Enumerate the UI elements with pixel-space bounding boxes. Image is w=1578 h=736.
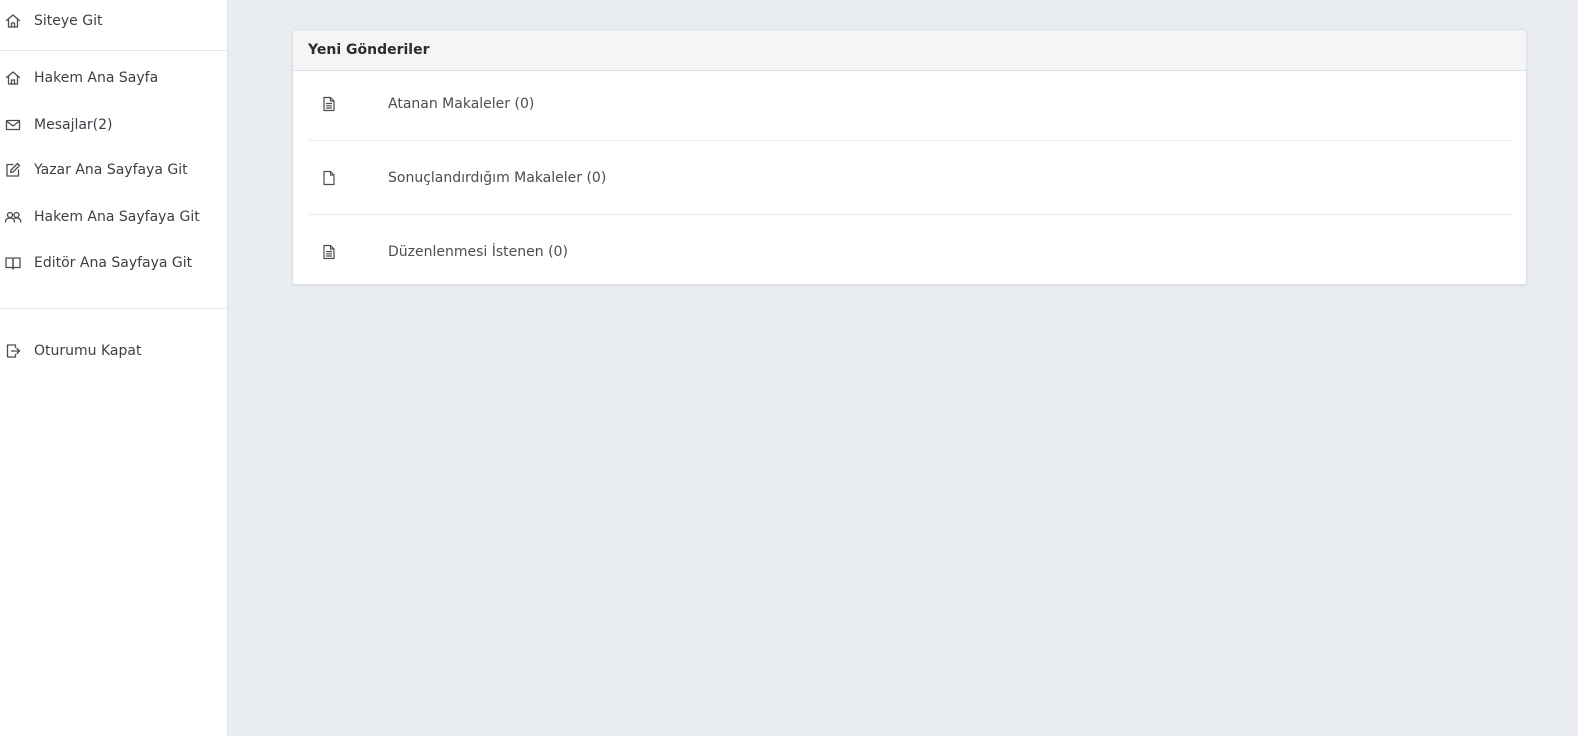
sidebar-item-label: Mesajlar(2): [34, 117, 113, 133]
sidebar-divider: [0, 308, 227, 309]
sidebar-item-mesajlar[interactable]: Mesajlar(2): [0, 111, 227, 139]
list-item-duzenlenmesi-istenen[interactable]: Düzenlenmesi İstenen (0): [308, 215, 1513, 289]
home-icon: [4, 12, 22, 30]
sidebar-item-label: Siteye Git: [34, 13, 103, 29]
sidebar-item-label: Editör Ana Sayfaya Git: [34, 255, 193, 271]
list-item-sonuclandirdigim-makaleler[interactable]: Sonuçlandırdığım Makaleler (0): [308, 141, 1513, 215]
app-layout: Siteye Git Hakem Ana Sayfa Mesajlar(2) Y…: [0, 0, 1578, 736]
new-submissions-panel: Yeni Gönderiler Atanan Makaleler (0) Son…: [292, 29, 1527, 285]
sidebar-item-siteye-git[interactable]: Siteye Git: [0, 7, 227, 35]
users-icon: [4, 208, 22, 226]
sidebar-item-hakem-ana-sayfa[interactable]: Hakem Ana Sayfa: [0, 64, 227, 92]
panel-header: Yeni Gönderiler: [293, 30, 1526, 71]
file-icon: [320, 169, 338, 187]
list-item-label[interactable]: Atanan Makaleler (0): [388, 96, 534, 112]
list-item-atanan-makaleler[interactable]: Atanan Makaleler (0): [308, 71, 1513, 145]
sidebar-divider: [0, 50, 227, 51]
file-text-icon: [320, 243, 338, 261]
sidebar-item-label: Hakem Ana Sayfa: [34, 70, 159, 86]
logout-icon: [4, 342, 22, 360]
sidebar-item-yazar-ana-sayfaya-git[interactable]: Yazar Ana Sayfaya Git: [0, 156, 227, 184]
panel-title: Yeni Gönderiler: [308, 42, 430, 58]
sidebar-item-label: Yazar Ana Sayfaya Git: [34, 162, 188, 178]
list-item-label[interactable]: Sonuçlandırdığım Makaleler (0): [388, 170, 606, 186]
sidebar-item-oturumu-kapat[interactable]: Oturumu Kapat: [0, 337, 227, 365]
list-item-label[interactable]: Düzenlenmesi İstenen (0): [388, 244, 568, 260]
book-icon: [4, 254, 22, 272]
sidebar-item-label: Oturumu Kapat: [34, 343, 142, 359]
sidebar-item-label: Hakem Ana Sayfaya Git: [34, 209, 200, 225]
sidebar-item-hakem-ana-sayfaya-git[interactable]: Hakem Ana Sayfaya Git: [0, 203, 227, 231]
edit-icon: [4, 161, 22, 179]
envelope-icon: [4, 116, 22, 134]
sidebar: Siteye Git Hakem Ana Sayfa Mesajlar(2) Y…: [0, 0, 228, 736]
sidebar-item-editor-ana-sayfaya-git[interactable]: Editör Ana Sayfaya Git: [0, 249, 227, 277]
file-text-icon: [320, 95, 338, 113]
home-icon: [4, 69, 22, 87]
